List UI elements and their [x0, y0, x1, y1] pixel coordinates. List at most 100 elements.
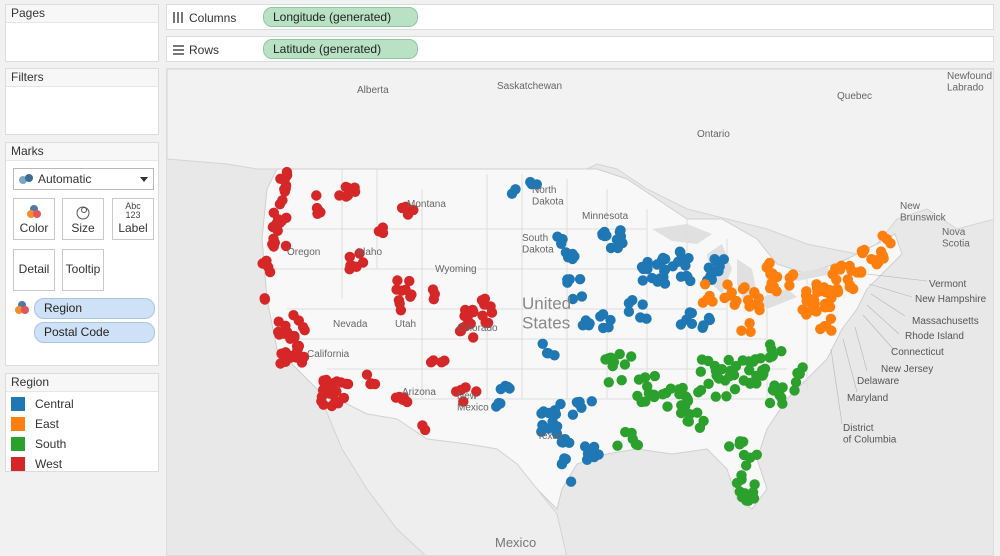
mark-central[interactable]	[601, 230, 612, 241]
mark-west[interactable]	[417, 420, 428, 431]
mark-central[interactable]	[638, 263, 649, 275]
mark-central[interactable]	[565, 476, 577, 487]
mark-east[interactable]	[707, 296, 718, 307]
mark-south[interactable]	[731, 477, 743, 489]
mark-east[interactable]	[763, 260, 774, 271]
mark-south[interactable]	[626, 351, 637, 362]
mark-central[interactable]	[656, 275, 667, 286]
mark-east[interactable]	[824, 301, 836, 313]
mark-south[interactable]	[703, 355, 714, 367]
mark-south[interactable]	[721, 391, 732, 402]
mark-east[interactable]	[722, 279, 733, 290]
mark-east[interactable]	[771, 286, 782, 297]
mark-south[interactable]	[642, 381, 653, 392]
region-field-pill[interactable]: Region	[34, 298, 155, 319]
mark-central[interactable]	[580, 315, 592, 326]
mark-east[interactable]	[873, 257, 884, 268]
mark-south[interactable]	[703, 378, 714, 389]
mark-south[interactable]	[698, 415, 709, 427]
mark-central[interactable]	[612, 242, 623, 254]
mark-west[interactable]	[273, 326, 284, 338]
mark-west[interactable]	[395, 305, 407, 316]
latitude-pill[interactable]: Latitude (generated)	[263, 39, 418, 59]
mark-central[interactable]	[560, 453, 571, 465]
mark-central[interactable]	[651, 259, 663, 270]
mark-south[interactable]	[745, 452, 756, 463]
mark-south[interactable]	[620, 426, 631, 438]
mark-east[interactable]	[787, 269, 799, 280]
mark-south[interactable]	[661, 387, 672, 399]
chevron-down-icon[interactable]	[140, 177, 148, 182]
mark-west[interactable]	[313, 205, 324, 216]
mark-south[interactable]	[734, 439, 745, 450]
mark-central[interactable]	[537, 338, 548, 349]
mark-east[interactable]	[745, 326, 756, 337]
mark-east[interactable]	[809, 298, 820, 310]
mark-west[interactable]	[269, 237, 280, 248]
mark-central[interactable]	[597, 309, 609, 320]
mark-west[interactable]	[427, 284, 439, 295]
mark-west[interactable]	[392, 275, 403, 286]
mark-west[interactable]	[338, 392, 350, 404]
mark-east[interactable]	[811, 279, 822, 290]
mark-east[interactable]	[736, 325, 747, 336]
mark-south[interactable]	[662, 401, 673, 412]
mark-east[interactable]	[831, 274, 842, 285]
mark-south[interactable]	[766, 344, 777, 355]
mark-south[interactable]	[693, 387, 704, 398]
mark-west[interactable]	[366, 378, 377, 389]
mark-south[interactable]	[750, 354, 761, 365]
mark-west[interactable]	[439, 355, 450, 366]
mark-east[interactable]	[739, 282, 750, 293]
mark-west[interactable]	[316, 391, 328, 402]
mark-west[interactable]	[405, 291, 416, 302]
mark-west[interactable]	[291, 352, 302, 363]
mark-central[interactable]	[682, 271, 693, 282]
mark-west[interactable]	[281, 170, 293, 181]
mark-south[interactable]	[684, 409, 695, 420]
mark-south[interactable]	[673, 384, 685, 395]
mark-south[interactable]	[695, 366, 706, 377]
mark-west[interactable]	[289, 332, 300, 343]
mark-west[interactable]	[264, 266, 276, 278]
mark-south[interactable]	[737, 355, 748, 366]
mark-west[interactable]	[396, 202, 408, 214]
mark-west[interactable]	[377, 227, 389, 239]
mark-west[interactable]	[349, 182, 360, 193]
pages-card[interactable]: Pages	[5, 4, 159, 62]
mark-west[interactable]	[279, 350, 290, 361]
mark-south[interactable]	[616, 375, 627, 386]
mark-central[interactable]	[571, 397, 583, 408]
mark-south[interactable]	[614, 348, 625, 360]
map-view[interactable]: Alberta Saskatchewan Quebec Ontario Nort…	[166, 68, 994, 556]
filters-card[interactable]: Filters	[5, 68, 159, 135]
mark-central[interactable]	[562, 274, 573, 285]
mark-west[interactable]	[404, 275, 415, 287]
mark-west[interactable]	[428, 294, 439, 305]
mark-central[interactable]	[579, 441, 591, 452]
mark-central[interactable]	[574, 274, 586, 285]
mark-west[interactable]	[425, 357, 437, 368]
mark-south[interactable]	[747, 487, 759, 498]
mark-east[interactable]	[754, 301, 765, 312]
mark-west[interactable]	[297, 322, 309, 333]
mark-west[interactable]	[280, 183, 291, 194]
mark-east[interactable]	[877, 230, 888, 241]
mark-central[interactable]	[698, 320, 709, 331]
mark-east[interactable]	[848, 283, 859, 295]
mark-central[interactable]	[603, 322, 614, 333]
mark-south[interactable]	[738, 375, 749, 386]
mark-west[interactable]	[486, 307, 498, 318]
mark-south[interactable]	[764, 397, 776, 409]
mark-east[interactable]	[744, 301, 755, 312]
tooltip-button[interactable]: Tooltip	[62, 249, 104, 291]
mark-west[interactable]	[341, 191, 352, 202]
mark-south[interactable]	[630, 439, 642, 450]
mark-east[interactable]	[765, 268, 776, 280]
mark-central[interactable]	[581, 454, 593, 465]
mark-central[interactable]	[493, 397, 504, 409]
postal-code-field-pill[interactable]: Postal Code	[34, 322, 155, 343]
label-button[interactable]: Abc 123 Label	[112, 198, 154, 240]
mark-central[interactable]	[635, 312, 646, 323]
mark-central[interactable]	[510, 184, 521, 195]
